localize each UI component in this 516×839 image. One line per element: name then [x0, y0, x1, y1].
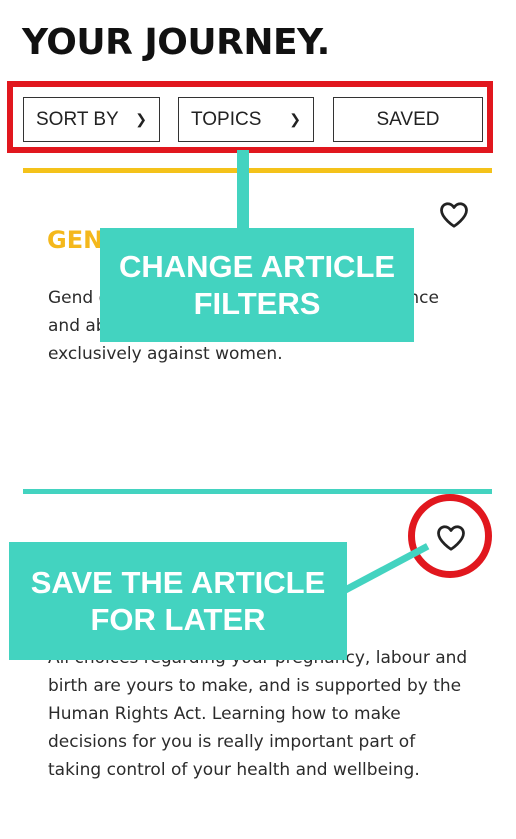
chevron-down-icon: ❯ [289, 111, 301, 127]
callout-connector [333, 543, 430, 599]
topics-select[interactable]: TOPICS ❯ [178, 97, 314, 142]
article-description: All choices regarding your pregnancy, la… [48, 648, 468, 780]
saved-label: SAVED [376, 108, 440, 130]
article-title[interactable]: GEN [47, 226, 103, 254]
chevron-down-icon: ❯ [135, 111, 147, 127]
sort-by-label: SORT BY [36, 108, 119, 130]
save-highlight-ring [408, 494, 492, 578]
sort-by-select[interactable]: SORT BY ❯ [23, 97, 160, 142]
callout-connector [237, 150, 249, 230]
heart-icon[interactable] [439, 201, 469, 229]
saved-button[interactable]: SAVED [333, 97, 483, 142]
save-callout: SAVE THE ARTICLE FOR LATER [9, 542, 347, 660]
topics-label: TOPICS [191, 108, 262, 130]
filters-callout: CHANGE ARTICLE FILTERS [100, 228, 414, 342]
article-divider [23, 489, 492, 494]
article-divider [23, 168, 492, 173]
page-title: YOUR JOURNEY. [22, 22, 330, 63]
